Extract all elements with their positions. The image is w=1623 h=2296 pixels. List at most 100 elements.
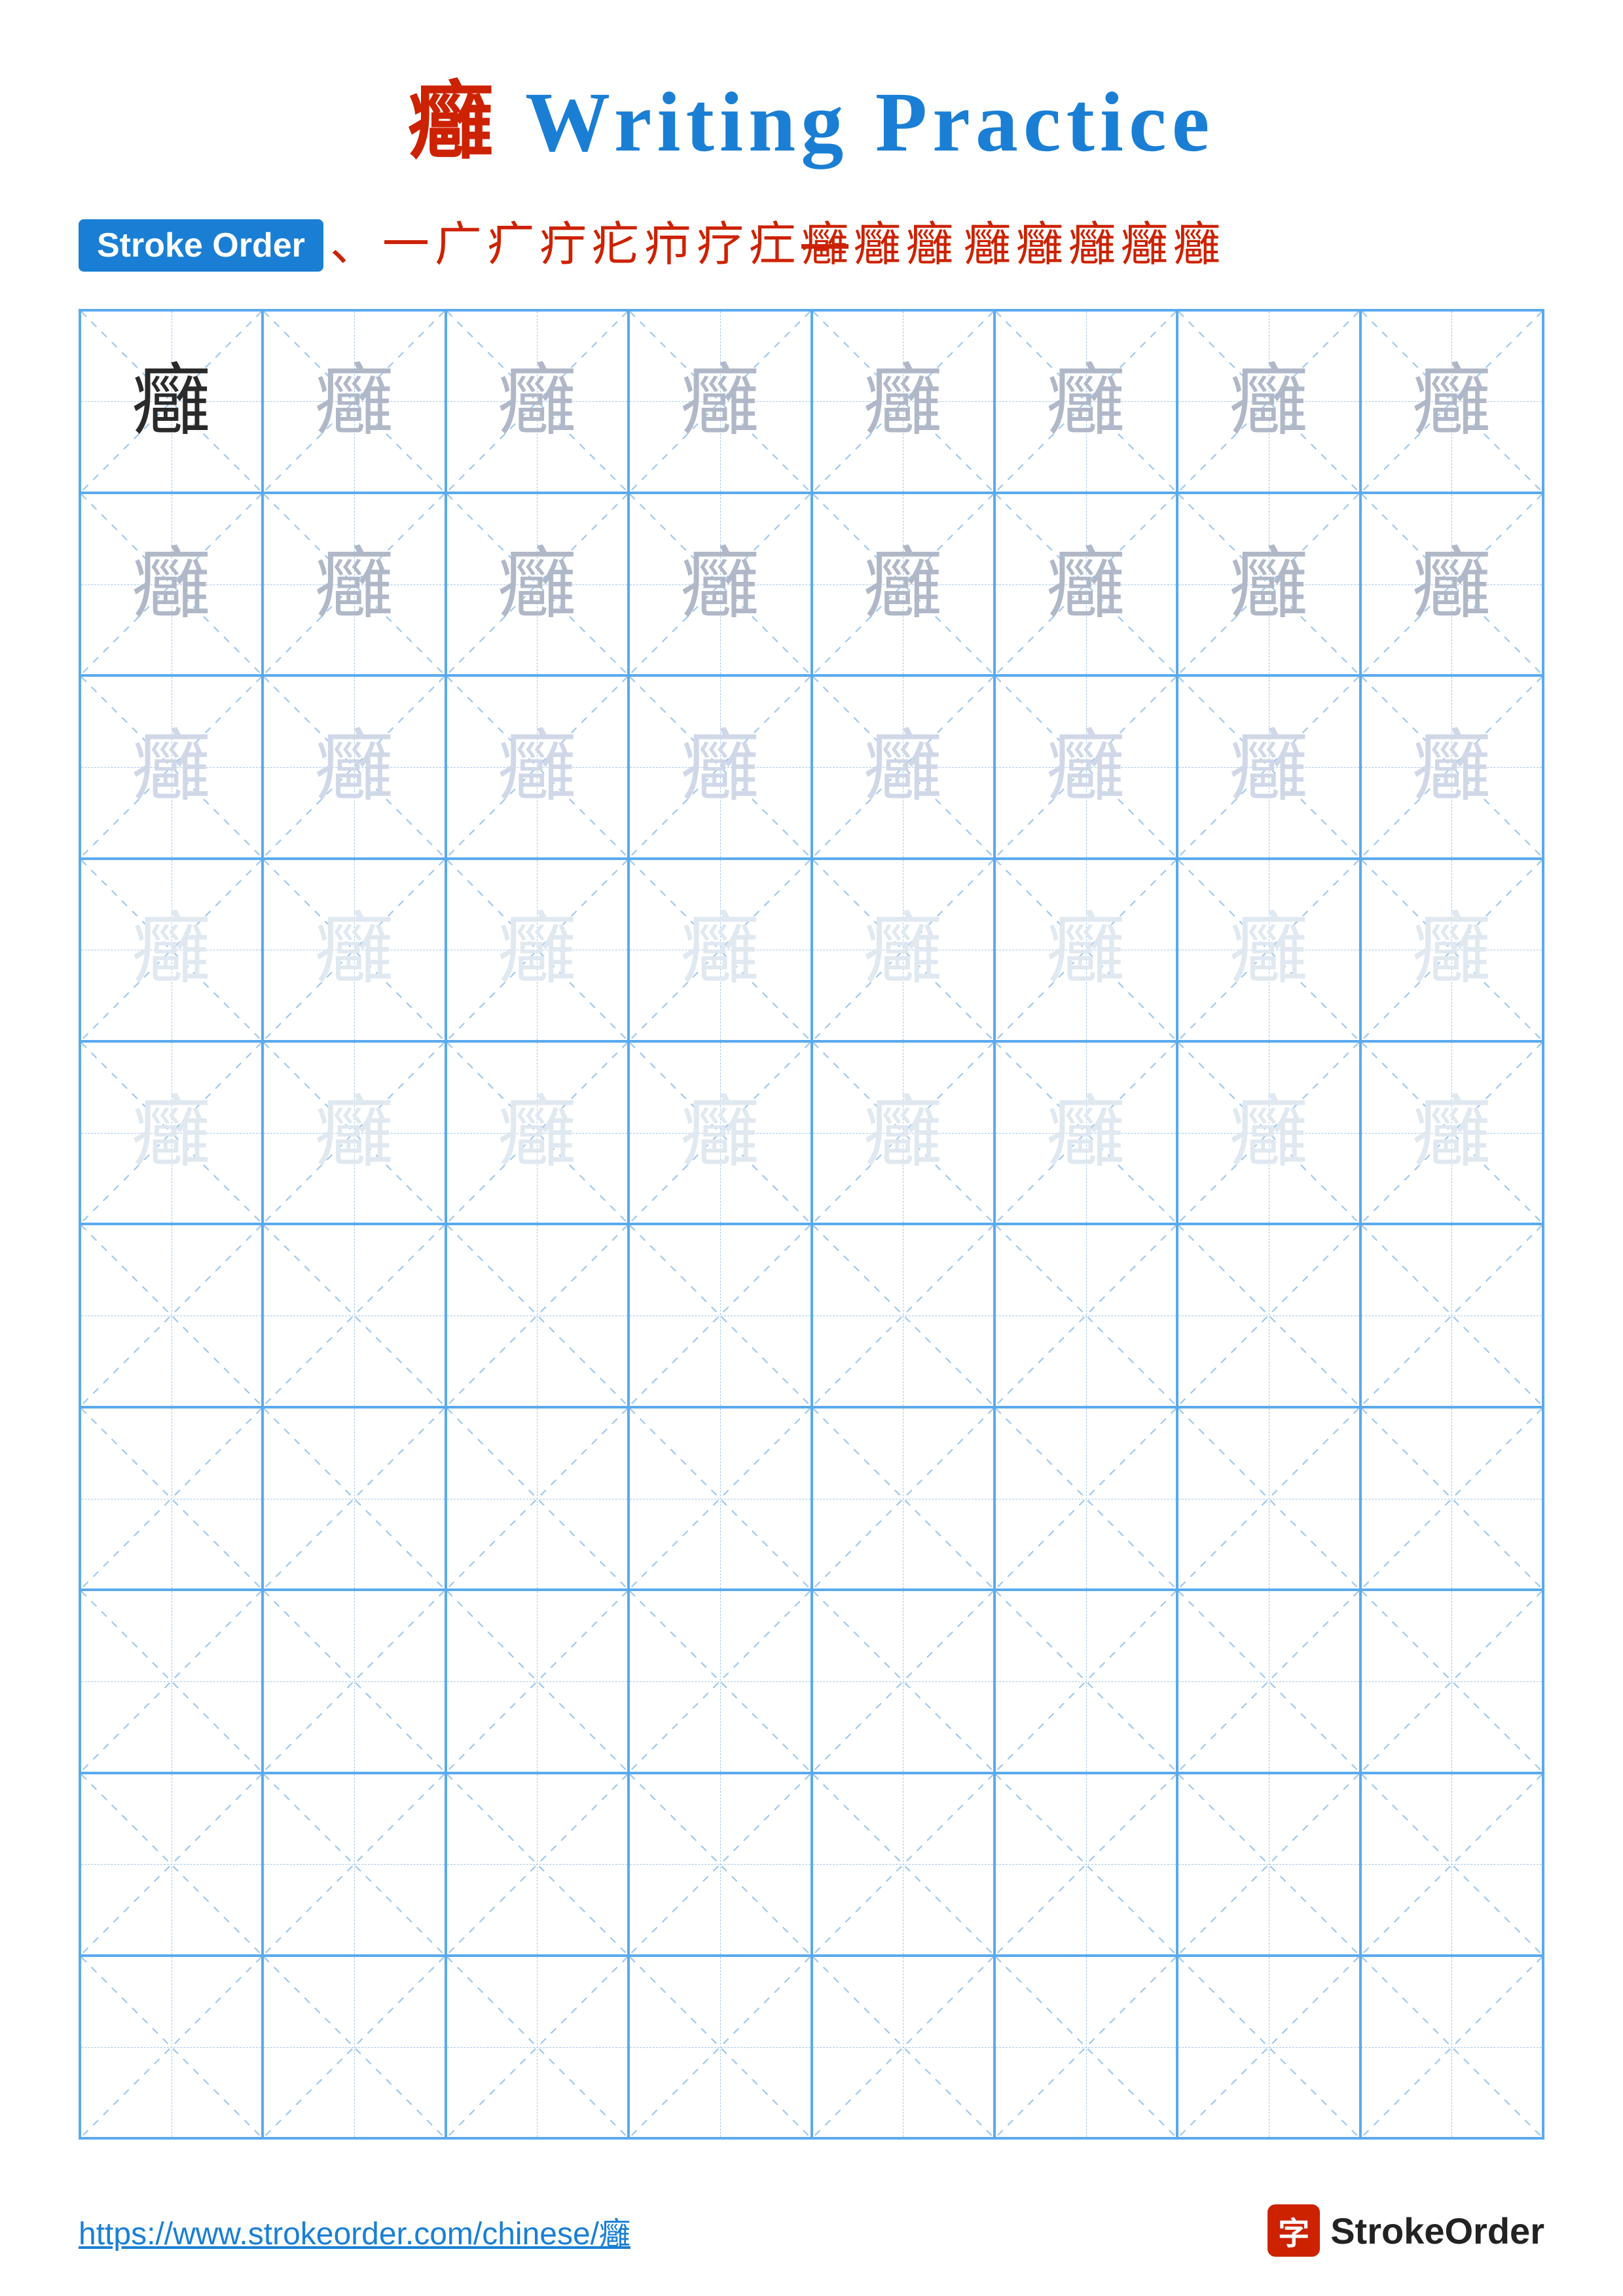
- grid-row-4: 癰 癰 癰 癰 癰 癰 癰: [80, 859, 1543, 1041]
- char-display: 癰: [1047, 362, 1125, 440]
- grid-cell-3-4[interactable]: 癰: [629, 675, 811, 858]
- grid-cell-1-2[interactable]: 癰: [263, 310, 445, 493]
- grid-cell-5-6[interactable]: 癰: [994, 1041, 1177, 1224]
- grid-cell-8-8[interactable]: [1360, 1590, 1543, 1772]
- grid-cell-1-4[interactable]: 癰: [629, 310, 811, 493]
- grid-cell-1-5[interactable]: 癰: [812, 310, 994, 493]
- grid-cell-5-5[interactable]: 癰: [812, 1041, 994, 1224]
- grid-cell-6-7[interactable]: [1177, 1224, 1360, 1407]
- grid-cell-10-4[interactable]: [629, 1956, 811, 2138]
- footer-logo-icon: 字: [1267, 2204, 1320, 2257]
- footer-url[interactable]: https://www.strokeorder.com/chinese/癰: [79, 2208, 630, 2253]
- footer-brand-name: StrokeOrder: [1330, 2210, 1544, 2252]
- grid-cell-7-1[interactable]: [80, 1407, 263, 1590]
- grid-cell-9-4[interactable]: [629, 1773, 811, 1956]
- grid-cell-4-5[interactable]: 癰: [812, 859, 994, 1041]
- stroke-13: 癰: [964, 215, 1011, 276]
- grid-cell-3-3[interactable]: 癰: [446, 675, 629, 858]
- grid-cell-9-6[interactable]: [994, 1773, 1177, 1956]
- grid-cell-8-5[interactable]: [812, 1590, 994, 1772]
- grid-cell-10-5[interactable]: [812, 1956, 994, 2138]
- grid-cell-8-3[interactable]: [446, 1590, 629, 1772]
- grid-cell-4-8[interactable]: 癰: [1360, 859, 1543, 1041]
- grid-cell-7-3[interactable]: [446, 1407, 629, 1590]
- grid-cell-9-5[interactable]: [812, 1773, 994, 1956]
- grid-cell-10-8[interactable]: [1360, 1956, 1543, 2138]
- grid-cell-8-6[interactable]: [994, 1590, 1177, 1772]
- grid-cell-5-2[interactable]: 癰: [263, 1041, 445, 1224]
- grid-cell-3-8[interactable]: 癰: [1360, 675, 1543, 858]
- stroke-4: 疒: [487, 215, 534, 276]
- grid-cell-7-7[interactable]: [1177, 1407, 1360, 1590]
- grid-cell-4-4[interactable]: 癰: [629, 859, 811, 1041]
- grid-cell-2-3[interactable]: 癰: [446, 493, 629, 675]
- practice-grid: 癰 癰 癰 癰 癰 癰 癰: [79, 309, 1544, 2140]
- grid-cell-3-2[interactable]: 癰: [263, 675, 445, 858]
- grid-cell-5-7[interactable]: 癰: [1177, 1041, 1360, 1224]
- grid-cell-9-2[interactable]: [263, 1773, 445, 1956]
- char-display: 癰: [681, 728, 759, 806]
- grid-cell-4-1[interactable]: 癰: [80, 859, 263, 1041]
- grid-cell-7-4[interactable]: [629, 1407, 811, 1590]
- grid-cell-1-1[interactable]: 癰: [80, 310, 263, 493]
- grid-cell-8-7[interactable]: [1177, 1590, 1360, 1772]
- grid-cell-7-5[interactable]: [812, 1407, 994, 1590]
- grid-cell-7-8[interactable]: [1360, 1407, 1543, 1590]
- grid-cell-10-3[interactable]: [446, 1956, 629, 2138]
- grid-cell-6-8[interactable]: [1360, 1224, 1543, 1407]
- grid-cell-7-6[interactable]: [994, 1407, 1177, 1590]
- grid-cell-9-1[interactable]: [80, 1773, 263, 1956]
- grid-cell-4-2[interactable]: 癰: [263, 859, 445, 1041]
- grid-cell-2-2[interactable]: 癰: [263, 493, 445, 675]
- grid-cell-10-1[interactable]: [80, 1956, 263, 2138]
- grid-cell-8-1[interactable]: [80, 1590, 263, 1772]
- page-title: 癰 Writing Practice: [409, 52, 1215, 175]
- grid-cell-3-1[interactable]: 癰: [80, 675, 263, 858]
- grid-cell-2-1[interactable]: 癰: [80, 493, 263, 675]
- grid-cell-4-6[interactable]: 癰: [994, 859, 1177, 1041]
- stroke-3: 广: [435, 215, 482, 276]
- stroke-6: 疕: [592, 215, 639, 276]
- grid-cell-9-3[interactable]: [446, 1773, 629, 1956]
- grid-cell-10-6[interactable]: [994, 1956, 1177, 2138]
- grid-cell-6-4[interactable]: [629, 1224, 811, 1407]
- grid-cell-10-7[interactable]: [1177, 1956, 1360, 2138]
- grid-cell-6-5[interactable]: [812, 1224, 994, 1407]
- grid-cell-3-5[interactable]: 癰: [812, 675, 994, 858]
- grid-cell-2-5[interactable]: 癰: [812, 493, 994, 675]
- grid-cell-5-3[interactable]: 癰: [446, 1041, 629, 1224]
- char-display: 癰: [1230, 545, 1308, 624]
- grid-cell-6-2[interactable]: [263, 1224, 445, 1407]
- char-display: 癰: [1047, 1094, 1125, 1172]
- stroke-1: 、: [330, 215, 377, 276]
- grid-cell-2-6[interactable]: 癰: [994, 493, 1177, 675]
- grid-cell-6-3[interactable]: [446, 1224, 629, 1407]
- grid-cell-9-7[interactable]: [1177, 1773, 1360, 1956]
- char-display: 癰: [681, 362, 759, 440]
- grid-cell-2-4[interactable]: 癰: [629, 493, 811, 675]
- grid-cell-1-6[interactable]: 癰: [994, 310, 1177, 493]
- grid-cell-6-6[interactable]: [994, 1224, 1177, 1407]
- grid-cell-1-7[interactable]: 癰: [1177, 310, 1360, 493]
- grid-cell-1-8[interactable]: 癰: [1360, 310, 1543, 493]
- grid-cell-4-7[interactable]: 癰: [1177, 859, 1360, 1041]
- grid-cell-8-4[interactable]: [629, 1590, 811, 1772]
- grid-cell-2-8[interactable]: 癰: [1360, 493, 1543, 675]
- grid-cell-1-3[interactable]: 癰: [446, 310, 629, 493]
- grid-cell-8-2[interactable]: [263, 1590, 445, 1772]
- grid-cell-5-4[interactable]: 癰: [629, 1041, 811, 1224]
- grid-cell-2-7[interactable]: 癰: [1177, 493, 1360, 675]
- grid-cell-3-6[interactable]: 癰: [994, 675, 1177, 858]
- grid-cell-6-1[interactable]: [80, 1224, 263, 1407]
- grid-cell-3-7[interactable]: 癰: [1177, 675, 1360, 858]
- grid-cell-9-8[interactable]: [1360, 1773, 1543, 1956]
- grid-cell-5-8[interactable]: 癰: [1360, 1041, 1543, 1224]
- grid-cell-10-2[interactable]: [263, 1956, 445, 2138]
- grid-cell-5-1[interactable]: 癰: [80, 1041, 263, 1224]
- grid-cell-7-2[interactable]: [263, 1407, 445, 1590]
- stroke-8: 疗: [697, 215, 744, 276]
- char-display: 癰: [1230, 910, 1308, 989]
- char-display: 癰: [1230, 1094, 1308, 1172]
- grid-cell-4-3[interactable]: 癰: [446, 859, 629, 1041]
- stroke-14: 癰: [1016, 215, 1063, 276]
